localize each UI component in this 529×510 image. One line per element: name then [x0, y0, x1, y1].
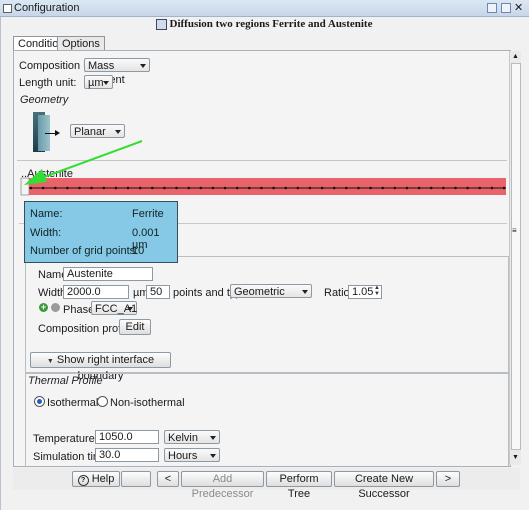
isothermal-label: Isothermal — [47, 397, 99, 409]
grid-point-marker — [466, 186, 469, 190]
page-title: Diffusion two regions Ferrite and Austen… — [6, 18, 522, 36]
add-phase-icon[interactable]: + — [39, 303, 48, 312]
simulation-time-field[interactable]: 30.0 — [95, 448, 159, 462]
scroll-down-icon[interactable]: ▼ — [512, 454, 519, 461]
grid-point-marker — [175, 186, 178, 190]
grid-point-marker — [381, 186, 385, 190]
grid-point-marker — [393, 186, 397, 190]
tooltip-points-value: 10 — [132, 245, 145, 257]
grid-type-select[interactable]: Geometric — [230, 284, 312, 298]
grid-point-marker — [187, 186, 190, 190]
nonisothermal-label: Non-isothermal — [110, 397, 185, 409]
edit-profiles-button[interactable]: Edit — [119, 319, 151, 335]
create-new-successor-button[interactable]: Create New Successor — [334, 471, 434, 500]
scroll-grip-icon: ≡ — [512, 226, 517, 235]
grid-points-field[interactable]: 50 — [146, 285, 170, 299]
grid-point-marker — [454, 186, 457, 190]
tree-node-icon — [155, 18, 167, 30]
grid-tooltip: Name: Ferrite Width: 0.001 µm Number of … — [24, 201, 178, 263]
length-unit-label: Length unit: — [19, 77, 77, 89]
annotation-arrow — [24, 140, 143, 185]
grid-point-marker — [332, 186, 336, 190]
scroll-thumb[interactable] — [511, 63, 521, 450]
length-unit-select[interactable]: µm — [84, 75, 113, 89]
grid-point-marker — [151, 186, 154, 190]
grid-point-marker — [502, 186, 506, 190]
close-icon[interactable]: ✕ — [514, 1, 523, 14]
grid-point-marker — [163, 186, 166, 190]
temperature-unit-select[interactable]: Kelvin — [164, 430, 220, 444]
grid-point-marker — [490, 186, 494, 190]
isothermal-radio[interactable] — [34, 396, 45, 407]
grid-point-marker — [417, 186, 421, 190]
window-icon — [3, 4, 12, 13]
temperature-label: Temperature: — [33, 433, 98, 445]
region-width-field[interactable]: 2000.0 — [63, 285, 129, 299]
help-button[interactable]: ? Help — [72, 471, 120, 487]
add-predecessor-button[interactable]: Add Predecessor — [181, 471, 264, 500]
grid-point-marker — [308, 186, 312, 190]
tooltip-points-label: Number of grid points: — [30, 245, 139, 257]
remove-phase-icon[interactable] — [51, 303, 60, 312]
arrow-shaft — [35, 140, 143, 181]
grid-point-marker — [296, 186, 300, 190]
tooltip-width-label: Width: — [30, 227, 62, 239]
grid-point-marker — [272, 186, 275, 190]
perform-tree-button[interactable]: Perform Tree — [266, 471, 332, 500]
nonisothermal-radio[interactable] — [97, 396, 108, 407]
radio-dot-icon — [37, 399, 42, 404]
window-title: Configuration — [14, 2, 80, 14]
composition-unit-select[interactable]: Mass percent — [84, 58, 150, 86]
grid-point-marker — [369, 186, 372, 190]
help-icon: ? — [77, 475, 89, 486]
grid-point-marker — [223, 186, 227, 190]
detach-icon[interactable] — [487, 3, 497, 13]
arrow-head — [24, 169, 47, 185]
phase-select[interactable]: FCC_A1 — [91, 301, 137, 315]
blank-button[interactable] — [121, 471, 151, 487]
grid-point-marker — [260, 186, 263, 190]
grid-point-marker — [429, 186, 433, 190]
scroll-up-icon[interactable]: ▲ — [512, 53, 519, 60]
grid-point-marker — [235, 186, 239, 190]
simulation-time-unit-select[interactable]: Hours — [164, 448, 220, 462]
next-button[interactable]: > — [436, 471, 460, 487]
temperature-field[interactable]: 1050.0 — [95, 430, 159, 444]
geometry-heading: Geometry — [20, 94, 69, 106]
grid-point-marker — [284, 186, 288, 190]
grid-point-marker — [357, 186, 360, 190]
thermal-profile-heading: Thermal Profile — [28, 375, 103, 387]
ratio-spinner-icon[interactable]: ▲ ▼ — [374, 285, 381, 297]
tooltip-name-label: Name: — [30, 208, 63, 220]
grid-point-marker — [248, 186, 251, 190]
region-name-field[interactable]: Austenite — [63, 267, 153, 281]
maximize-icon[interactable] — [501, 3, 511, 13]
tab-options[interactable]: Options — [57, 36, 105, 51]
grid-point-marker — [478, 186, 482, 190]
vertical-scrollbar[interactable]: ▲ ≡ ▼ — [509, 51, 521, 465]
expand-icon: ▼ — [46, 358, 54, 365]
grid-point-marker — [199, 186, 203, 190]
grid-point-marker — [405, 186, 409, 190]
window-titlebar: Configuration ✕ — [0, 0, 529, 17]
previous-button[interactable]: < — [157, 471, 179, 487]
grid-point-marker — [442, 186, 445, 190]
show-right-interface-button[interactable]: ▼ Show right interface boundary — [30, 352, 171, 382]
grid-point-marker — [211, 186, 215, 190]
tooltip-name-value: Ferrite — [132, 208, 164, 220]
geometry-select[interactable]: Planar — [70, 124, 125, 138]
grid-point-marker — [345, 186, 348, 190]
grid-point-marker — [320, 186, 324, 190]
